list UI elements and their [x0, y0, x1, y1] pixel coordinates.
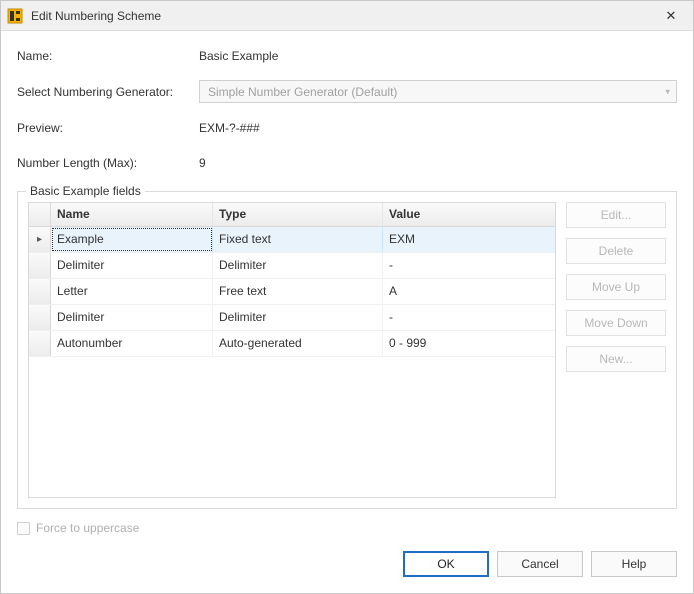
table-row[interactable]: AutonumberAuto-generated0 - 999: [29, 331, 555, 357]
cell-type[interactable]: Free text: [213, 279, 383, 304]
uppercase-checkbox-row: Force to uppercase: [17, 521, 677, 535]
uppercase-checkbox[interactable]: [17, 522, 30, 535]
move-down-button[interactable]: Move Down: [566, 310, 666, 336]
dialog-window: Edit Numbering Scheme ✕ Name: Basic Exam…: [0, 0, 694, 594]
dialog-footer: OK Cancel Help: [1, 535, 693, 593]
grid-header: Name Type Value: [29, 203, 555, 227]
new-button[interactable]: New...: [566, 346, 666, 372]
row-header[interactable]: [29, 279, 51, 304]
value-preview: EXM-?-###: [199, 121, 677, 135]
table-area: Name Type Value ▸ExampleFixed textEXMDel…: [28, 202, 666, 498]
row-header[interactable]: [29, 331, 51, 356]
ok-button[interactable]: OK: [403, 551, 489, 577]
dialog-body: Name: Basic Example Select Numbering Gen…: [1, 31, 693, 535]
edit-button[interactable]: Edit...: [566, 202, 666, 228]
value-length: 9: [199, 156, 677, 170]
cell-type[interactable]: Delimiter: [213, 305, 383, 330]
side-buttons: Edit... Delete Move Up Move Down New...: [566, 202, 666, 498]
close-icon: ✕: [666, 9, 677, 22]
help-button[interactable]: Help: [591, 551, 677, 577]
cell-value[interactable]: -: [383, 305, 555, 330]
cell-name[interactable]: Autonumber: [51, 331, 213, 356]
cell-value[interactable]: -: [383, 253, 555, 278]
row-generator: Select Numbering Generator: Simple Numbe…: [17, 80, 677, 103]
row-header[interactable]: [29, 305, 51, 330]
cell-name[interactable]: Letter: [51, 279, 213, 304]
generator-selected-text: Simple Number Generator (Default): [208, 85, 397, 99]
table-row[interactable]: LetterFree textA: [29, 279, 555, 305]
row-header[interactable]: [29, 253, 51, 278]
grid-corner: [29, 203, 51, 226]
table-row[interactable]: DelimiterDelimiter-: [29, 305, 555, 331]
grid-body: ▸ExampleFixed textEXMDelimiterDelimiter-…: [29, 227, 555, 497]
cell-type[interactable]: Fixed text: [213, 227, 383, 252]
colhdr-type[interactable]: Type: [213, 203, 383, 226]
fields-legend: Basic Example fields: [26, 184, 145, 198]
close-button[interactable]: ✕: [649, 1, 693, 30]
dialog-title: Edit Numbering Scheme: [31, 9, 649, 23]
label-preview: Preview:: [17, 121, 199, 135]
fields-groupbox: Basic Example fields Name Type Value ▸Ex…: [17, 191, 677, 509]
titlebar: Edit Numbering Scheme ✕: [1, 1, 693, 31]
row-preview: Preview: EXM-?-###: [17, 117, 677, 138]
app-icon: [7, 8, 23, 24]
label-length: Number Length (Max):: [17, 156, 199, 170]
cell-value[interactable]: A: [383, 279, 555, 304]
row-name: Name: Basic Example: [17, 45, 677, 66]
table-row[interactable]: ▸ExampleFixed textEXM: [29, 227, 555, 253]
delete-button[interactable]: Delete: [566, 238, 666, 264]
value-name: Basic Example: [199, 49, 677, 63]
cell-name[interactable]: Delimiter: [51, 253, 213, 278]
cell-type[interactable]: Delimiter: [213, 253, 383, 278]
uppercase-label: Force to uppercase: [36, 521, 139, 535]
generator-select[interactable]: Simple Number Generator (Default) ▾: [199, 80, 677, 103]
cell-name[interactable]: Delimiter: [51, 305, 213, 330]
cancel-button[interactable]: Cancel: [497, 551, 583, 577]
colhdr-name[interactable]: Name: [51, 203, 213, 226]
cell-value[interactable]: EXM: [383, 227, 555, 252]
move-up-button[interactable]: Move Up: [566, 274, 666, 300]
chevron-down-icon: ▾: [665, 86, 670, 97]
row-header[interactable]: ▸: [29, 227, 51, 252]
colhdr-value[interactable]: Value: [383, 203, 555, 226]
row-length: Number Length (Max): 9: [17, 152, 677, 173]
cell-name[interactable]: Example: [51, 227, 213, 252]
table-row[interactable]: DelimiterDelimiter-: [29, 253, 555, 279]
label-name: Name:: [17, 49, 199, 63]
fields-grid[interactable]: Name Type Value ▸ExampleFixed textEXMDel…: [28, 202, 556, 498]
label-generator: Select Numbering Generator:: [17, 85, 199, 99]
cell-type[interactable]: Auto-generated: [213, 331, 383, 356]
cell-value[interactable]: 0 - 999: [383, 331, 555, 356]
